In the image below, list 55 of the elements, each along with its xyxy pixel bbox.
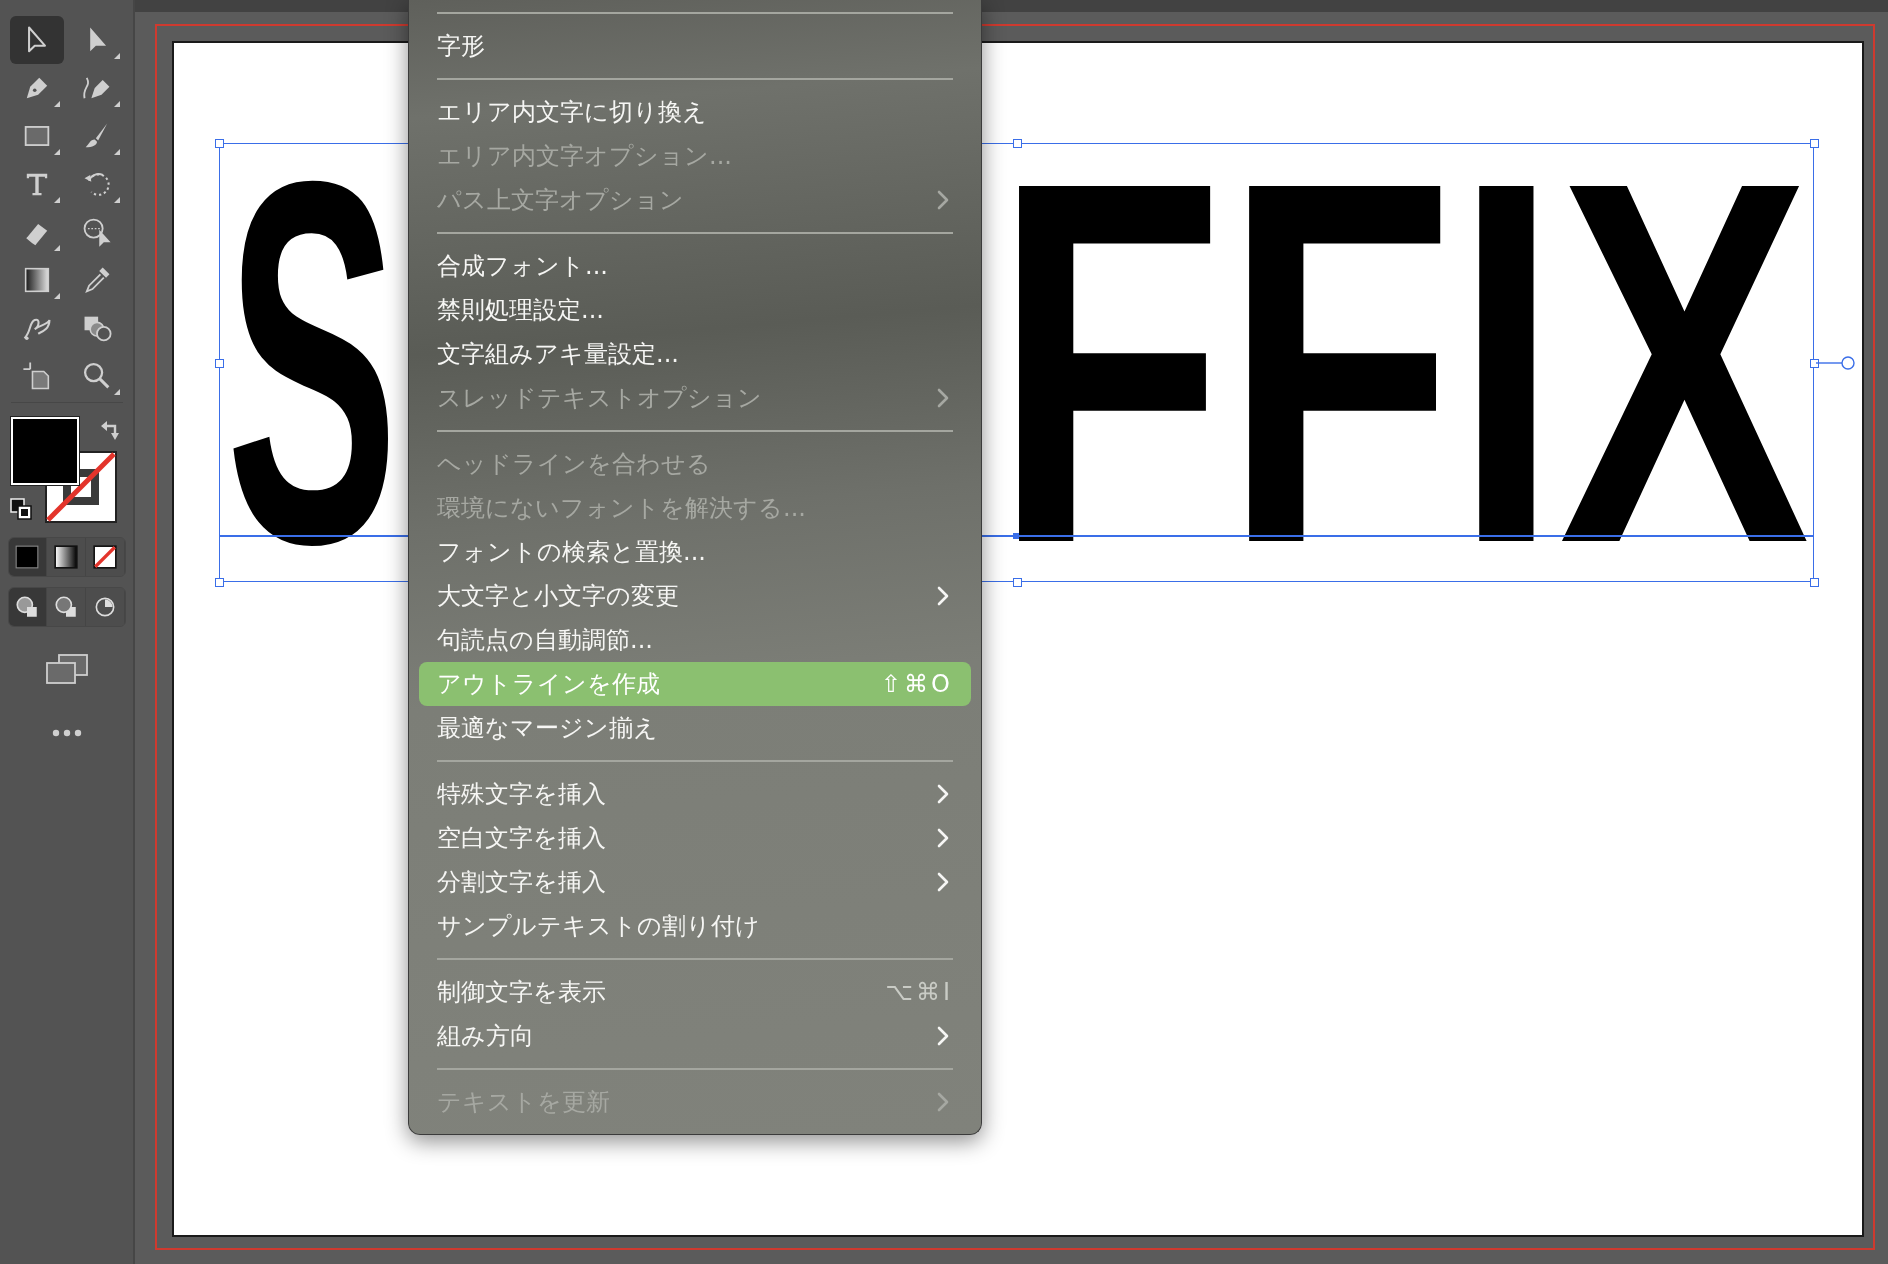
menu-item[interactable]: アウトラインを作成 ⇧⌘O xyxy=(419,662,971,706)
gradient-swatch-icon xyxy=(53,544,79,570)
menu-item[interactable]: フォントの検索と置換... xyxy=(419,530,971,574)
menu-item[interactable]: 文字組みアキ量設定... xyxy=(419,332,971,376)
flyout-corner-icon xyxy=(53,245,60,251)
color-mode-button[interactable] xyxy=(8,538,48,576)
center-point xyxy=(1013,533,1019,539)
selection-handle[interactable] xyxy=(1810,139,1819,148)
flyout-corner-icon xyxy=(113,101,120,107)
out-port-icon[interactable] xyxy=(1816,355,1856,371)
menu-item[interactable]: 特殊文字を挿入 xyxy=(419,772,971,816)
menu-item[interactable]: 制御文字を表示 ⌥⌘I xyxy=(419,970,971,1014)
menu-item[interactable]: 空白文字を挿入 xyxy=(419,816,971,860)
screen-mode-icon[interactable] xyxy=(44,653,89,685)
selection-handle[interactable] xyxy=(1810,358,1819,368)
menu-item[interactable]: 禁則処理設定... xyxy=(419,288,971,332)
fill-swatch[interactable] xyxy=(10,417,79,485)
color-mode-button[interactable] xyxy=(47,538,86,576)
draw-mode-button[interactable] xyxy=(8,588,48,626)
menu-item[interactable]: 組み方向 xyxy=(419,1014,971,1058)
tool-button[interactable] xyxy=(9,16,64,64)
selection-handle[interactable] xyxy=(1012,139,1022,148)
selection-handle[interactable] xyxy=(215,578,224,587)
menu-item[interactable]: 合成フォント... xyxy=(419,244,971,288)
draw-mode-button[interactable] xyxy=(47,588,86,626)
shortcut-label: ⇧⌘O xyxy=(881,670,953,698)
more-icon[interactable] xyxy=(51,729,82,737)
flyout-corner-icon xyxy=(113,197,120,203)
no-color-icon xyxy=(91,544,118,570)
solid-color-icon xyxy=(14,544,41,570)
artwork-text[interactable]: FFIX xyxy=(993,104,1810,620)
selection-handle[interactable] xyxy=(1810,578,1819,587)
flyout-corner-icon xyxy=(113,53,120,59)
flyout-corner-icon xyxy=(53,293,60,299)
draw-mode-button[interactable] xyxy=(85,588,125,626)
menu-item[interactable]: 分割文字を挿入 xyxy=(419,860,971,904)
selection-handle[interactable] xyxy=(1012,578,1022,587)
menu-item[interactable]: 大文字と小文字の変更 xyxy=(419,574,971,618)
menu-item[interactable]: サンプルテキストの割り付け xyxy=(419,904,971,948)
flyout-corner-icon xyxy=(113,389,120,395)
menu-item[interactable]: 最適なマージン揃え xyxy=(419,706,971,750)
draw-behind-icon xyxy=(53,594,79,620)
menu-item[interactable]: エリア内文字に切り換え xyxy=(419,90,971,134)
artwork-text[interactable]: S xyxy=(226,104,399,620)
menu-item[interactable]: 句読点の自動調節... xyxy=(419,618,971,662)
flyout-corner-icon xyxy=(53,197,60,203)
color-mode-button[interactable] xyxy=(85,538,125,576)
default-colors-icon[interactable] xyxy=(8,497,33,521)
flyout-corner-icon xyxy=(53,149,60,155)
flyout-corner-icon xyxy=(53,101,60,107)
selection-handle[interactable] xyxy=(215,139,224,148)
flyout-corner-icon xyxy=(113,149,120,155)
selection-handle[interactable] xyxy=(215,358,224,368)
shortcut-label: ⌥⌘I xyxy=(885,978,953,1006)
menu-item[interactable]: 字形 xyxy=(419,24,971,68)
